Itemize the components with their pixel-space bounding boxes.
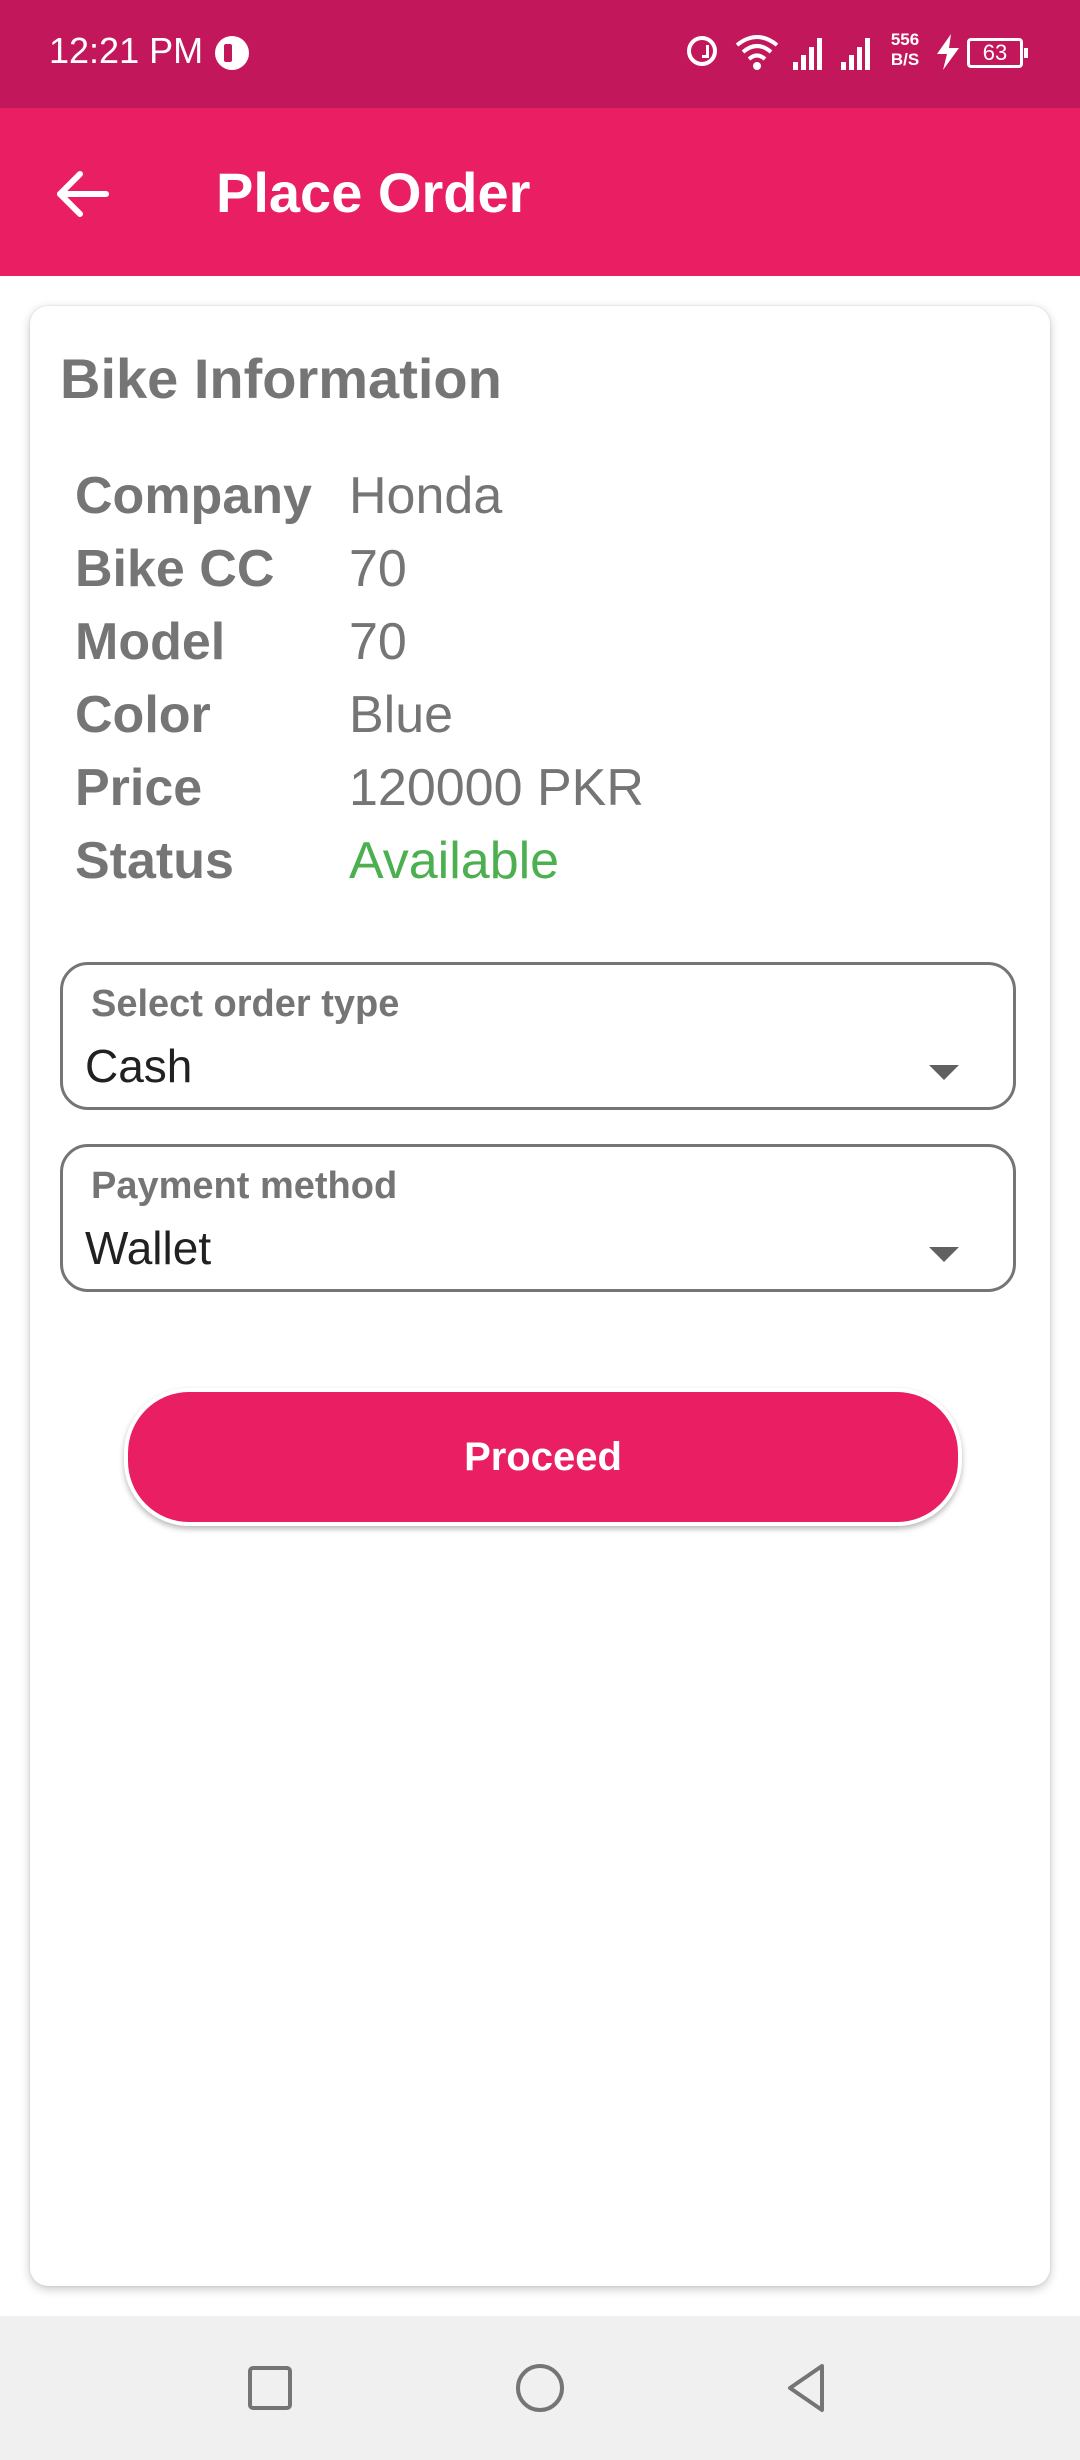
- network-speed: 556 B/S: [885, 30, 925, 70]
- back-icon[interactable]: [776, 2356, 840, 2420]
- order-type-dropdown[interactable]: Select order type Cash: [60, 962, 1016, 1110]
- network-speed-unit: B/S: [890, 50, 920, 69]
- card-title: Bike Information: [60, 347, 502, 410]
- home-icon[interactable]: [508, 2356, 572, 2420]
- charging-icon: [937, 34, 959, 70]
- signal-icon: [793, 38, 822, 70]
- info-label: Color: [75, 686, 211, 744]
- bike-info-card: Bike Information Company Honda Bike CC 7…: [30, 306, 1050, 2286]
- info-label: Price: [75, 759, 203, 817]
- info-value: 70: [349, 613, 407, 671]
- info-label: Company: [75, 467, 312, 525]
- recent-apps-icon[interactable]: [238, 2356, 302, 2420]
- dropdown-arrow-icon: [929, 1247, 959, 1262]
- page-title: Place Order: [216, 161, 531, 224]
- network-speed-value: 556: [890, 30, 920, 49]
- payment-method-dropdown[interactable]: Payment method Wallet: [60, 1144, 1016, 1292]
- proceed-button[interactable]: Proceed: [124, 1388, 962, 1526]
- payment-method-value: Wallet: [85, 1222, 212, 1274]
- status-time: 12:21 PM: [49, 30, 204, 71]
- order-type-value: Cash: [85, 1040, 193, 1092]
- info-label: Status: [75, 832, 234, 890]
- status-icons: 556 B/S 63: [687, 26, 1028, 82]
- info-label: Model: [75, 613, 226, 671]
- system-nav-bar: [0, 2316, 1080, 2460]
- wifi-icon: [735, 35, 779, 70]
- info-value: 70: [349, 540, 407, 598]
- info-value: Honda: [349, 467, 503, 525]
- payment-method-label: Payment method: [91, 1165, 398, 1207]
- info-value: Blue: [349, 686, 454, 744]
- signal-icon: [841, 38, 870, 70]
- info-label: Bike CC: [75, 540, 275, 598]
- back-arrow-icon[interactable]: [44, 158, 124, 230]
- status-bar: 12:21 PM 556 B/S 63: [0, 0, 1080, 108]
- info-value: 120000 PKR: [349, 759, 644, 817]
- dropdown-arrow-icon: [929, 1065, 959, 1080]
- status-value: Available: [349, 832, 560, 890]
- app-bar: Place Order: [0, 108, 1080, 276]
- battery-icon: 63: [967, 38, 1028, 68]
- app-notification-icon: [215, 36, 249, 70]
- alarm-icon: [687, 36, 717, 66]
- order-type-label: Select order type: [91, 983, 400, 1025]
